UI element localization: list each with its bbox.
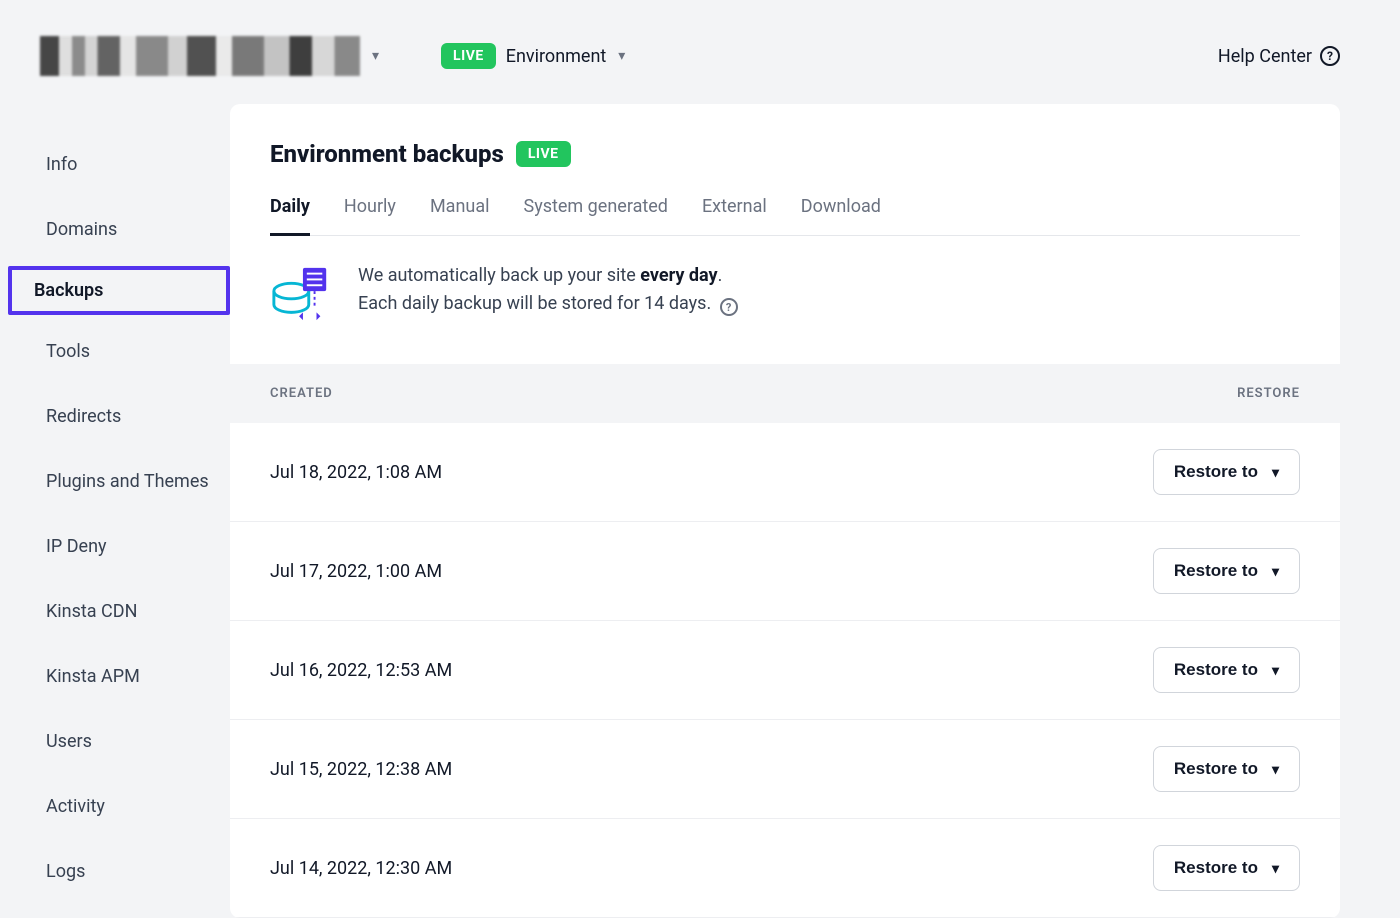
environment-label: Environment	[506, 46, 607, 67]
table-row: Jul 15, 2022, 12:38 AM Restore to ▾	[230, 720, 1340, 819]
chevron-down-icon: ▾	[618, 48, 625, 64]
restore-button[interactable]: Restore to ▾	[1153, 746, 1300, 792]
restore-label: Restore to	[1174, 561, 1258, 581]
chevron-down-icon: ▾	[1272, 464, 1279, 481]
sidebar-item-plugins-and-themes[interactable]: Plugins and Themes	[30, 453, 230, 510]
restore-button[interactable]: Restore to ▾	[1153, 449, 1300, 495]
sidebar-item-domains[interactable]: Domains	[30, 201, 230, 258]
table-row: Jul 17, 2022, 1:00 AM Restore to ▾	[230, 522, 1340, 621]
info-text: We automatically back up your site every…	[358, 262, 738, 324]
created-cell: Jul 15, 2022, 12:38 AM	[270, 759, 452, 780]
topbar: ▾ LIVE Environment ▾ Help Center ?	[0, 0, 1400, 104]
restore-label: Restore to	[1174, 759, 1258, 779]
backup-icon	[270, 262, 332, 324]
restore-label: Restore to	[1174, 462, 1258, 482]
info-help-icon[interactable]: ?	[720, 298, 738, 316]
sidebar-item-logs[interactable]: Logs	[30, 843, 230, 900]
chevron-down-icon: ▾	[372, 48, 379, 64]
created-cell: Jul 18, 2022, 1:08 AM	[270, 462, 442, 483]
restore-button[interactable]: Restore to ▾	[1153, 845, 1300, 891]
tab-external[interactable]: External	[702, 196, 767, 235]
chevron-down-icon: ▾	[1272, 860, 1279, 877]
main-panel: Environment backups LIVE Daily Hourly Manu…	[230, 104, 1340, 918]
chevron-down-icon: ▾	[1272, 761, 1279, 778]
sidebar: Info Domains Backups Tools Redirects Plugins …	[0, 104, 230, 908]
created-cell: Jul 17, 2022, 1:00 AM	[270, 561, 442, 582]
tab-download[interactable]: Download	[801, 196, 881, 235]
sidebar-item-tools[interactable]: Tools	[30, 323, 230, 380]
environment-selector: LIVE Environment ▾	[441, 43, 625, 69]
tab-hourly[interactable]: Hourly	[344, 196, 396, 235]
site-name-redacted	[40, 36, 360, 76]
page-live-badge: LIVE	[516, 141, 571, 167]
restore-label: Restore to	[1174, 660, 1258, 680]
info-banner: We automatically back up your site every…	[230, 236, 1340, 364]
col-restore: RESTORE	[1237, 386, 1300, 401]
sidebar-item-info[interactable]: Info	[30, 136, 230, 193]
restore-button[interactable]: Restore to ▾	[1153, 647, 1300, 693]
sidebar-item-ip-deny[interactable]: IP Deny	[30, 518, 230, 575]
environment-dropdown[interactable]: Environment ▾	[506, 46, 626, 67]
help-center-label: Help Center	[1218, 46, 1312, 67]
created-cell: Jul 16, 2022, 12:53 AM	[270, 660, 452, 681]
sidebar-item-kinsta-apm[interactable]: Kinsta APM	[30, 648, 230, 705]
page-title: Environment backups LIVE	[270, 140, 1300, 168]
table-header: CREATED RESTORE	[230, 364, 1340, 423]
table-row: Jul 16, 2022, 12:53 AM Restore to ▾	[230, 621, 1340, 720]
restore-label: Restore to	[1174, 858, 1258, 878]
help-center-link[interactable]: Help Center ?	[1218, 46, 1340, 67]
table-body: Jul 18, 2022, 1:08 AMRestore to▾Jul 17, …	[230, 423, 1340, 918]
info-line1-strong: every day	[640, 265, 717, 286]
info-line1-post: .	[718, 265, 723, 286]
tab-system-generated[interactable]: System generated	[524, 196, 668, 235]
info-line1-pre: We automatically back up your site	[358, 265, 640, 286]
sidebar-item-backups[interactable]: Backups	[8, 266, 230, 315]
tabs: Daily Hourly Manual System generated Externa…	[270, 196, 1300, 236]
sidebar-item-users[interactable]: Users	[30, 713, 230, 770]
col-created: CREATED	[270, 386, 333, 401]
tab-manual[interactable]: Manual	[430, 196, 490, 235]
info-line2: Each daily backup will be stored for 14 …	[358, 293, 711, 314]
table-row: Jul 14, 2022, 12:30 AM Restore to ▾	[230, 819, 1340, 918]
help-icon: ?	[1320, 46, 1340, 66]
page-title-text: Environment backups	[270, 140, 504, 168]
created-cell: Jul 14, 2022, 12:30 AM	[270, 858, 452, 879]
restore-button[interactable]: Restore to ▾	[1153, 548, 1300, 594]
sidebar-item-activity[interactable]: Activity	[30, 778, 230, 835]
sidebar-item-redirects[interactable]: Redirects	[30, 388, 230, 445]
table-row: Jul 18, 2022, 1:08 AM Restore to ▾	[230, 423, 1340, 522]
chevron-down-icon: ▾	[1272, 662, 1279, 679]
live-badge: LIVE	[441, 43, 496, 69]
sidebar-item-kinsta-cdn[interactable]: Kinsta CDN	[30, 583, 230, 640]
chevron-down-icon: ▾	[1272, 563, 1279, 580]
tab-daily[interactable]: Daily	[270, 196, 310, 236]
site-selector[interactable]: ▾	[40, 36, 379, 76]
